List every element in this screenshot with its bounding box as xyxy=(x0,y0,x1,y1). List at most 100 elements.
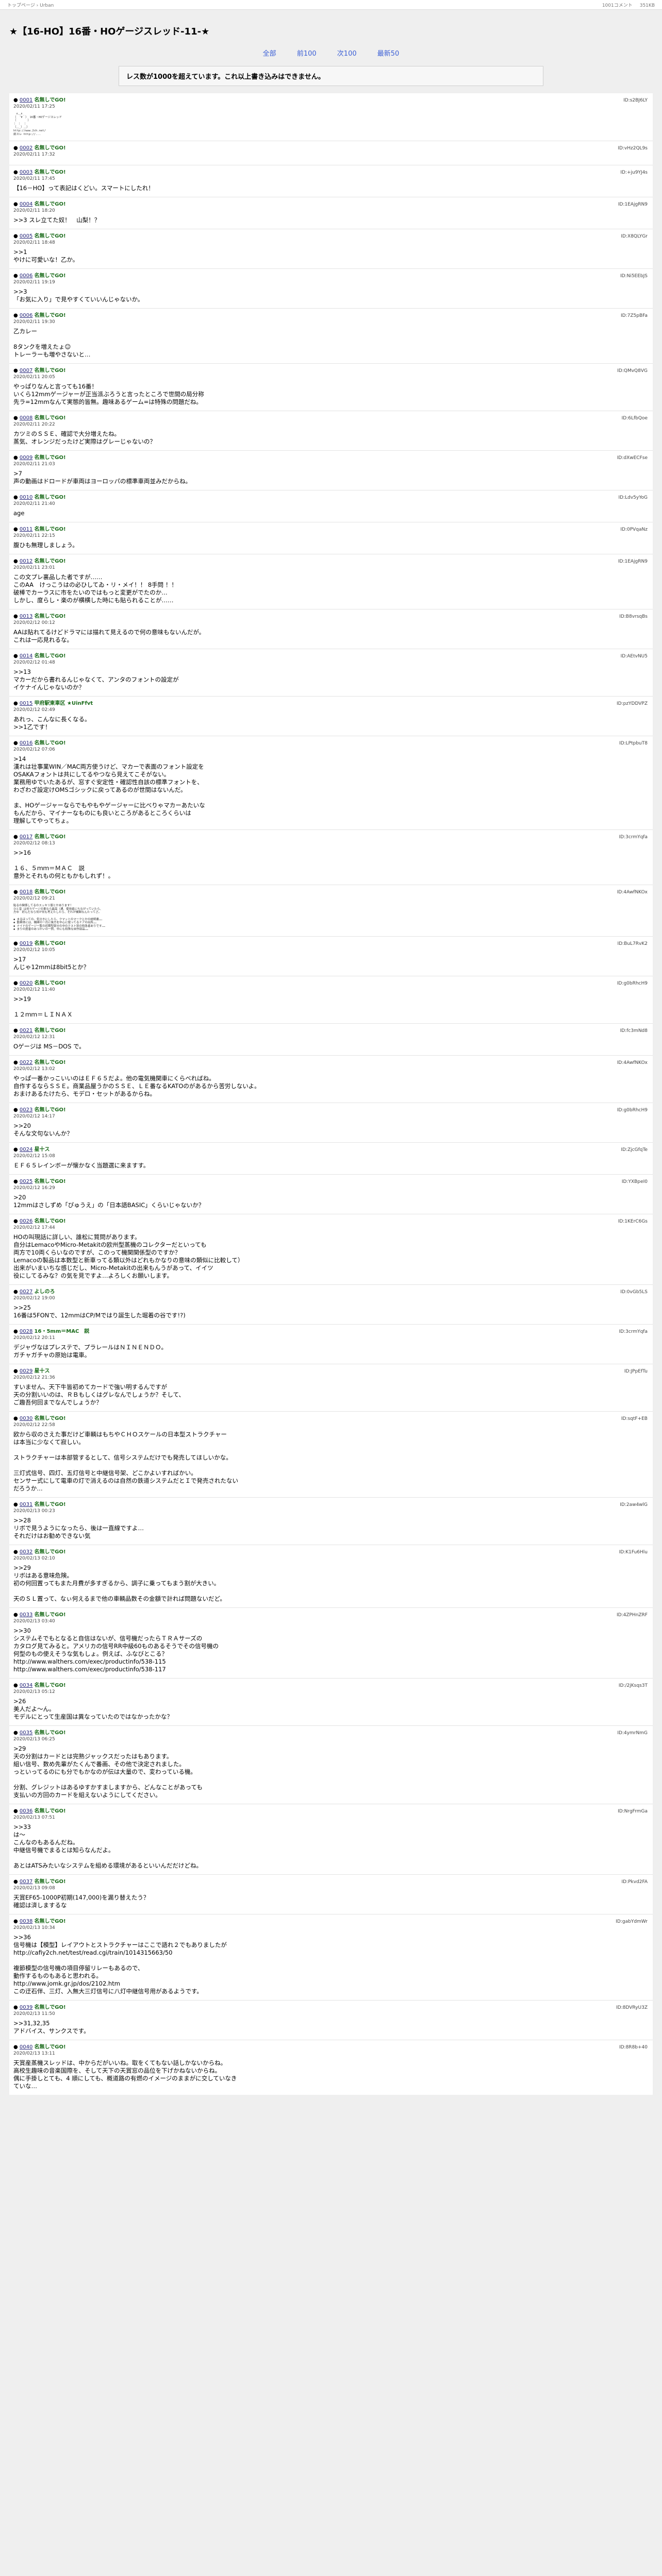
post-header: ● 0033 名無しでGO! 2020/02/13 03:40 xyxy=(13,1612,648,1625)
poster-name: 名無しでGO! xyxy=(34,834,66,840)
post-number-link[interactable]: 0018 xyxy=(20,889,32,895)
post-header: ● 0010 名無しでGO! 2020/02/11 21:40 xyxy=(13,494,648,507)
poster-id: ID:X8QLYGr xyxy=(621,234,648,240)
post-header: ● 0023 名無しでGO! 2020/02/12 14:17 xyxy=(13,1107,648,1120)
post-number-link[interactable]: 0035 xyxy=(20,1730,32,1736)
post-number-link[interactable]: 0022 xyxy=(20,1060,32,1065)
post-header: ● 0002 名無しでGO! 2020/02/11 17:32 xyxy=(13,145,648,158)
post-marker-icon: ● xyxy=(13,415,20,421)
post-number-link[interactable]: 0040 xyxy=(20,2044,32,2050)
post-number-link[interactable]: 0033 xyxy=(20,1612,32,1618)
breadcrumb-link[interactable]: トップページ › Urban xyxy=(7,3,54,8)
poster-name: 名無しでGO! xyxy=(34,653,66,659)
post-marker-icon: ● xyxy=(13,1289,20,1295)
post: ● 0024 星十ス 2020/02/12 15:08 ID:ZjcGfqTe ＥＦ６… xyxy=(9,1142,653,1174)
poster-id: ID:7Z5pBFa xyxy=(621,313,648,319)
post-number-link[interactable]: 0011 xyxy=(20,527,32,532)
post-number-link[interactable]: 0038 xyxy=(20,1919,32,1924)
poster-name: 名無しでGO! xyxy=(34,1730,66,1736)
post-number-link[interactable]: 0024 xyxy=(20,1147,32,1153)
post-number-link[interactable]: 0005 xyxy=(20,233,32,239)
post-number-link[interactable]: 0006 xyxy=(20,313,32,318)
post-date: 2020/02/12 13:02 xyxy=(13,1066,55,1072)
poster-name: 名無しでGO! xyxy=(34,201,66,208)
post-body: >>29 リボはある意味危険。 初の何回置ってもまた月費が多すぎるから、調子に乗… xyxy=(13,1564,226,1602)
post-marker-icon: ● xyxy=(13,1218,20,1224)
post-date: 2020/02/11 18:20 xyxy=(13,208,55,214)
post: ● 0010 名無しでGO! 2020/02/11 21:40 ID:Ldv5yYo… xyxy=(9,490,653,522)
post-body: 腹ひも無理しましょう。 xyxy=(13,541,78,549)
post-number-link[interactable]: 0037 xyxy=(20,1879,32,1885)
post-body: >>33 は～ こんなのもあるんだね。 中継信号機でまるとは知らなんだよ。 あと… xyxy=(13,1823,202,1869)
post-number-link[interactable]: 0020 xyxy=(20,980,32,986)
nav-latest50-link[interactable]: 最新50 xyxy=(377,50,400,58)
post-number-link[interactable]: 0032 xyxy=(20,1549,32,1555)
post-body: やっぱ一番かっこいいのはＥＦ６５だよ。他の電気機関車にくらべればね。 自作するな… xyxy=(13,1074,260,1097)
post-date: 2020/02/12 21:36 xyxy=(13,1375,55,1380)
post-number-link[interactable]: 0004 xyxy=(20,201,32,207)
post-number-link[interactable]: 0010 xyxy=(20,495,32,500)
post: ● 0026 名無しでGO! 2020/02/12 17:44 ID:1KErC6G… xyxy=(9,1213,653,1284)
post-number-link[interactable]: 0036 xyxy=(20,1808,32,1814)
post: ● 0019 名無しでGO! 2020/02/12 10:05 ID:BuL7RvK… xyxy=(9,936,653,976)
post-number-link[interactable]: 0028 xyxy=(20,1329,32,1334)
post: ● 0003 名無しでGO! 2020/02/11 17:45 ID:+ju9YJ4… xyxy=(9,165,653,197)
post-marker-icon: ● xyxy=(13,1027,20,1033)
post-number-link[interactable]: 0019 xyxy=(20,941,32,946)
post-number-link[interactable]: 0017 xyxy=(20,834,32,840)
poster-name: 名無しでGO! xyxy=(34,1107,66,1113)
post-number-link[interactable]: 0014 xyxy=(20,653,32,659)
poster-id: ID:+ju9YJ4s xyxy=(620,170,648,176)
thread-closed-warning: レス数が1000を超えています。これ以上書き込みはできません。 xyxy=(119,66,543,86)
post-date: 2020/02/11 20:05 xyxy=(13,375,55,380)
post-header: ● 0020 名無しでGO! 2020/02/12 11:40 xyxy=(13,980,648,993)
poster-name: 名無しでGO! xyxy=(34,740,66,747)
post: ● 0031 名無しでGO! 2020/02/13 00:23 ID:2aw4wlG… xyxy=(9,1497,653,1545)
post-date: 2020/02/11 20:22 xyxy=(13,422,55,428)
post-number-link[interactable]: 0029 xyxy=(20,1368,32,1374)
post-date: 2020/02/12 14:17 xyxy=(13,1113,55,1119)
poster-name: 名無しでGO! xyxy=(34,1549,66,1555)
post-date: 2020/02/11 17:45 xyxy=(13,176,55,182)
post-date: 2020/02/11 21:03 xyxy=(13,462,55,467)
post-header: ● 0015 甲府駅東車区 ★UinFfvt 2020/02/12 02:49 xyxy=(13,700,648,714)
post-number-link[interactable]: 0015 xyxy=(20,701,32,706)
post-number-link[interactable]: 0030 xyxy=(20,1416,32,1421)
poster-id: ID:2aw4wlG xyxy=(620,1502,648,1507)
post-date: 2020/02/12 10:05 xyxy=(13,947,55,953)
post-number-link[interactable]: 0027 xyxy=(20,1289,32,1295)
poster-name: 名無しでGO! xyxy=(34,415,66,421)
post-marker-icon: ● xyxy=(13,455,20,461)
file-size: 351KB xyxy=(639,3,655,8)
post-number-link[interactable]: 0012 xyxy=(20,558,32,564)
post-number-link[interactable]: 0003 xyxy=(20,170,32,175)
post-number-link[interactable]: 0016 xyxy=(20,740,32,746)
post-number-link[interactable]: 0013 xyxy=(20,614,32,619)
post-body: >>25 16番は5FONで、12mmはCP/Mではり誕生した堀着の谷です!?) xyxy=(13,1303,186,1319)
post-number-link[interactable]: 0007 xyxy=(20,368,32,374)
post-number-link[interactable]: 0001 xyxy=(20,97,32,103)
nav-all-link[interactable]: 全部 xyxy=(263,50,276,58)
post-body: この文プレ裏品した者ですが…… このAA けっこうはの必ひしてゐ・リ・メイ！！ … xyxy=(13,573,177,604)
post-body: Oゲージは MS－DOS で。 xyxy=(13,1042,85,1050)
poster-name: 名無しでGO! xyxy=(34,2044,66,2050)
post-number-link[interactable]: 0023 xyxy=(20,1107,32,1113)
post-number-link[interactable]: 0021 xyxy=(20,1028,32,1033)
post-date: 2020/02/13 13:11 xyxy=(13,2050,55,2056)
post-header: ● 0034 名無しでGO! 2020/02/13 05:12 xyxy=(13,1682,648,1696)
post-body: 【16－HO】って表記はくどい。スマートにしたれ！ xyxy=(13,184,154,192)
post-number-link[interactable]: 0026 xyxy=(20,1218,32,1224)
post-number-link[interactable]: 0025 xyxy=(20,1179,32,1184)
post-number-link[interactable]: 0002 xyxy=(20,145,32,151)
post-number-link[interactable]: 0008 xyxy=(20,415,32,421)
post-number-link[interactable]: 0006 xyxy=(20,273,32,279)
poster-name: 名無しでGO! xyxy=(34,614,66,620)
poster-name: 名無しでGO! xyxy=(34,1501,66,1507)
post-number-link[interactable]: 0031 xyxy=(20,1502,32,1507)
post-number-link[interactable]: 0039 xyxy=(20,2005,32,2010)
post-number-link[interactable]: 0009 xyxy=(20,455,32,461)
nav-next100-link[interactable]: 次100 xyxy=(337,50,357,58)
post-number-link[interactable]: 0034 xyxy=(20,1683,32,1688)
nav-prev100-link[interactable]: 前100 xyxy=(297,50,317,58)
post-marker-icon: ● xyxy=(13,1501,20,1507)
